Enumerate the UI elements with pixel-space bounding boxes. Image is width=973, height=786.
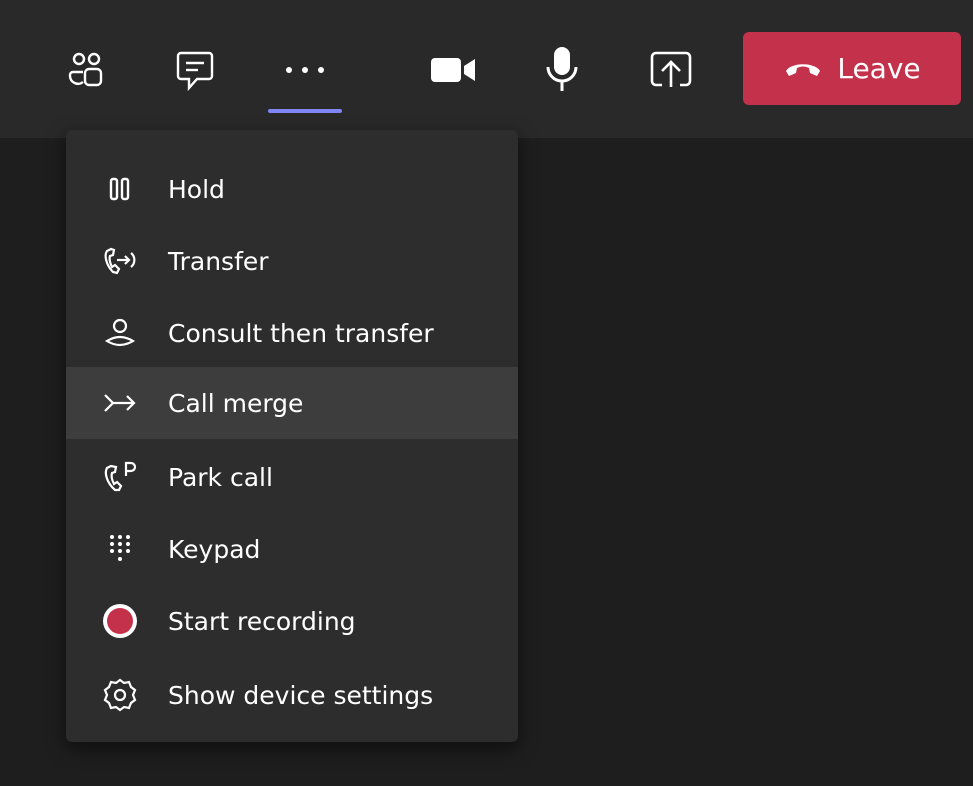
menu-item-label: Consult then transfer bbox=[168, 318, 434, 348]
menu-item-call-merge[interactable]: Call merge bbox=[66, 367, 518, 439]
record-icon bbox=[92, 602, 148, 640]
menu-item-transfer[interactable]: Transfer bbox=[66, 225, 518, 297]
leave-label: Leave bbox=[837, 52, 921, 85]
keypad-icon bbox=[92, 532, 148, 566]
chat-icon bbox=[173, 48, 217, 92]
people-button[interactable] bbox=[62, 40, 112, 100]
menu-item-label: Start recording bbox=[168, 606, 356, 636]
menu-item-consult-then-transfer[interactable]: Consult then transfer bbox=[66, 297, 518, 369]
share-screen-icon bbox=[648, 49, 694, 91]
call-toolbar: Leave bbox=[0, 0, 973, 138]
menu-item-label: Call merge bbox=[168, 388, 304, 418]
merge-icon bbox=[92, 391, 148, 415]
menu-item-park-call[interactable]: Park call bbox=[66, 441, 518, 513]
menu-item-start-recording[interactable]: Start recording bbox=[66, 585, 518, 657]
transfer-icon bbox=[92, 245, 148, 277]
camera-icon bbox=[429, 54, 477, 86]
camera-button[interactable] bbox=[428, 40, 478, 100]
menu-item-label: Show device settings bbox=[168, 680, 434, 710]
pause-icon bbox=[92, 175, 148, 203]
leave-button[interactable]: Leave bbox=[743, 32, 961, 105]
hang-up-icon bbox=[783, 52, 823, 85]
microphone-icon bbox=[544, 45, 580, 95]
menu-item-hold[interactable]: Hold bbox=[66, 153, 518, 225]
gear-icon bbox=[92, 677, 148, 713]
people-icon bbox=[67, 50, 107, 90]
menu-item-show-device-settings[interactable]: Show device settings bbox=[66, 659, 518, 731]
consult-transfer-icon bbox=[92, 317, 148, 349]
more-options-button[interactable] bbox=[278, 40, 332, 100]
park-call-icon bbox=[92, 460, 148, 494]
active-tab-indicator bbox=[268, 109, 342, 113]
menu-item-keypad[interactable]: Keypad bbox=[66, 513, 518, 585]
chat-button[interactable] bbox=[170, 40, 220, 100]
share-screen-button[interactable] bbox=[645, 40, 697, 100]
menu-item-label: Transfer bbox=[168, 246, 269, 276]
more-options-icon bbox=[283, 64, 327, 76]
microphone-button[interactable] bbox=[540, 40, 584, 100]
menu-item-label: Keypad bbox=[168, 534, 261, 564]
menu-item-label: Park call bbox=[168, 462, 273, 492]
more-options-menu: Hold Transfer Consult then transfer Call… bbox=[66, 130, 518, 742]
menu-item-label: Hold bbox=[168, 174, 225, 204]
